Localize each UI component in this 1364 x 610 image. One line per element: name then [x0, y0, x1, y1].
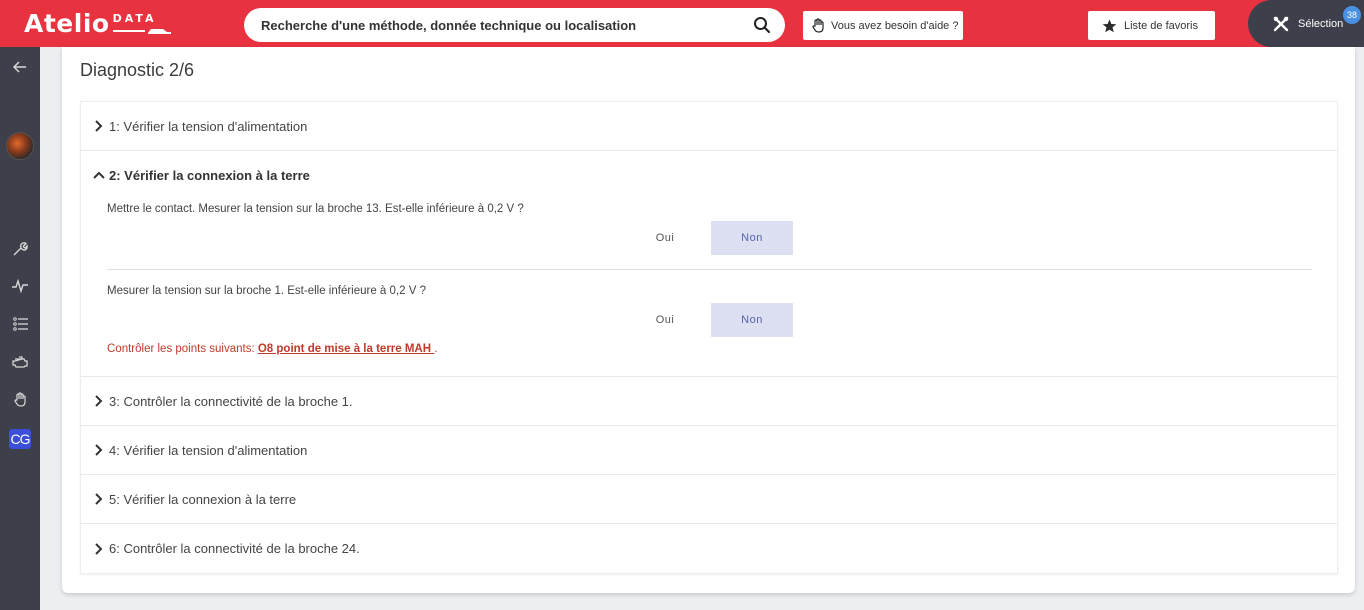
star-icon — [1102, 19, 1117, 32]
list-icon[interactable] — [10, 314, 30, 334]
back-arrow-icon[interactable] — [10, 57, 30, 77]
search-icon[interactable] — [753, 16, 771, 34]
favorites-button[interactable]: Liste de favoris — [1088, 11, 1215, 40]
question-2-oui-button[interactable]: Oui — [624, 303, 706, 337]
pulse-icon[interactable] — [10, 276, 30, 296]
car-logo-icon — [112, 29, 171, 34]
vehicle-avatar[interactable] — [6, 132, 34, 160]
hand-icon[interactable] — [10, 389, 30, 409]
help-label: Vous avez besoin d'aide ? — [831, 19, 959, 32]
search-bar[interactable]: Recherche d'une méthode, donnée techniqu… — [244, 8, 785, 42]
chevron-right-icon — [95, 493, 103, 505]
step-2-row[interactable]: 2: Vérifier la connexion à la terre — [81, 151, 1337, 199]
sidebar: CG — [0, 47, 40, 610]
chevron-right-icon — [95, 542, 103, 555]
step-4-label: 4: Vérifier la tension d'alimentation — [109, 442, 308, 458]
top-bar: Atelio DATA Recherche d'une méthode, don… — [0, 0, 1364, 47]
tools-icon — [1273, 16, 1289, 31]
divider — [107, 269, 1312, 270]
wrench-icon[interactable] — [10, 239, 30, 259]
step-5-label: 5: Vérifier la connexion à la terre — [109, 491, 297, 507]
chevron-right-icon — [95, 395, 103, 407]
logo-sub-text: DATA — [112, 12, 157, 25]
step-6-row[interactable]: 6: Contrôler la connectivité de la broch… — [81, 524, 1337, 573]
control-suffix: . — [434, 343, 438, 355]
step-2-expanded: 2: Vérifier la connexion à la terre Mett… — [81, 151, 1337, 377]
favorites-label: Liste de favoris — [1124, 19, 1198, 32]
step-2-label: 2: Vérifier la connexion à la terre — [109, 167, 310, 183]
question-1-text: Mettre le contact. Mesurer la tension su… — [107, 203, 524, 215]
logo-main-text: Atelio — [24, 9, 110, 38]
step-3-row[interactable]: 3: Contrôler la connectivité de la broch… — [81, 377, 1337, 426]
step-1-label: 1: Vérifier la tension d'alimentation — [109, 118, 308, 134]
step-1-row[interactable]: 1: Vérifier la tension d'alimentation — [81, 102, 1337, 151]
engine-icon[interactable] — [10, 352, 30, 372]
control-prefix: Contrôler les points suivants: — [107, 343, 258, 355]
chevron-right-icon — [95, 120, 103, 132]
step-3-label: 3: Contrôler la connectivité de la broch… — [109, 393, 353, 409]
question-1-non-button[interactable]: Non — [711, 221, 793, 255]
step-4-row[interactable]: 4: Vérifier la tension d'alimentation — [81, 426, 1337, 475]
control-points-text: Contrôler les points suivants: O8 point … — [107, 343, 437, 355]
hand-icon — [812, 18, 824, 33]
selection-count-badge: 38 — [1343, 6, 1361, 24]
diagnostic-card: Diagnostic 2/6 1: Vérifier la tension d'… — [62, 47, 1355, 593]
chevron-right-icon — [95, 444, 103, 456]
selection-label: Sélection — [1298, 17, 1344, 30]
help-button[interactable]: Vous avez besoin d'aide ? — [803, 11, 963, 40]
page-title: Diagnostic 2/6 — [80, 60, 195, 80]
logo-sub: DATA — [112, 12, 173, 35]
question-1-oui-button[interactable]: Oui — [624, 221, 706, 255]
ground-point-link[interactable]: O8 point de mise à la terre MAH — [258, 343, 434, 355]
atelio-data-logo[interactable]: Atelio DATA — [24, 8, 173, 40]
diagnostic-steps-panel: 1: Vérifier la tension d'alimentation 2:… — [80, 101, 1338, 574]
question-2-non-button[interactable]: Non — [711, 303, 793, 337]
cg-logo[interactable]: CG — [9, 429, 31, 449]
step-6-label: 6: Contrôler la connectivité de la broch… — [109, 541, 360, 556]
step-5-row[interactable]: 5: Vérifier la connexion à la terre — [81, 475, 1337, 524]
search-input[interactable]: Recherche d'une méthode, donnée techniqu… — [261, 18, 753, 33]
question-2-text: Mesurer la tension sur la broche 1. Est-… — [107, 285, 426, 297]
chevron-up-icon — [93, 171, 105, 179]
